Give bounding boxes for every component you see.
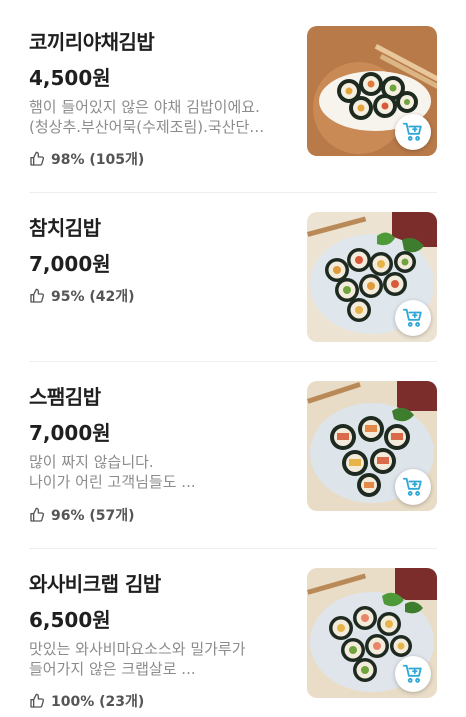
item-rating: 98% (105개) <box>29 149 144 169</box>
item-name: 스팸김밥 <box>29 385 101 409</box>
description-line: (청상추.부산어묵(수제조림).국산단… <box>29 118 265 136</box>
item-price: 4,500원 <box>29 66 111 90</box>
description-line: 많이 짜지 않습니다. <box>29 453 154 471</box>
item-divider <box>29 361 437 362</box>
add-to-cart-button[interactable] <box>395 300 431 336</box>
item-photo[interactable] <box>307 568 437 698</box>
item-divider <box>29 192 437 193</box>
item-price: 6,500원 <box>29 608 111 632</box>
item-photo[interactable] <box>307 26 437 156</box>
item-photo[interactable] <box>307 212 437 342</box>
item-photo[interactable] <box>307 381 437 511</box>
description-line: 들어가지 않은 크랩살로 ... <box>29 660 196 678</box>
rating-text: 95% (42개) <box>51 289 135 305</box>
description-line: 햄이 들어있지 않은 야채 김밥이에요. <box>29 98 260 116</box>
add-to-cart-button[interactable] <box>395 114 431 150</box>
item-description: 햄이 들어있지 않은 야채 김밥이에요. (청상추.부산어묵(수제조림).국산단… <box>29 97 284 137</box>
item-name: 참치김밥 <box>29 216 101 240</box>
item-rating: 95% (42개) <box>29 286 135 306</box>
rating-text: 100% (23개) <box>51 694 145 710</box>
item-price: 7,000원 <box>29 252 111 276</box>
add-to-cart-icon <box>402 308 422 327</box>
add-to-cart-button[interactable] <box>395 469 431 505</box>
description-line: 맛있는 와사비마요소스와 밀가루가 <box>29 640 246 658</box>
description-line: 나이가 어린 고객님들도 ... <box>29 473 196 491</box>
rating-text: 98% (105개) <box>51 152 145 168</box>
item-rating: 100% (23개) <box>29 691 144 711</box>
add-to-cart-icon <box>402 664 422 683</box>
add-to-cart-button[interactable] <box>395 656 431 692</box>
item-name: 코끼리야채김밥 <box>29 30 155 54</box>
item-description: 맛있는 와사비마요소스와 밀가루가 들어가지 않은 크랩살로 ... <box>29 639 284 679</box>
item-divider <box>29 548 437 549</box>
add-to-cart-icon <box>402 477 422 496</box>
rating-text: 96% (57개) <box>51 508 135 524</box>
thumbs-up-icon <box>30 693 45 708</box>
thumbs-up-icon <box>30 507 45 522</box>
thumbs-up-icon <box>30 151 45 166</box>
item-price: 7,000원 <box>29 421 111 445</box>
item-rating: 96% (57개) <box>29 505 135 525</box>
thumbs-up-icon <box>30 288 45 303</box>
item-name: 와사비크랩 김밥 <box>29 572 161 596</box>
add-to-cart-icon <box>402 122 422 141</box>
item-description: 많이 짜지 않습니다. 나이가 어린 고객님들도 ... <box>29 452 284 492</box>
